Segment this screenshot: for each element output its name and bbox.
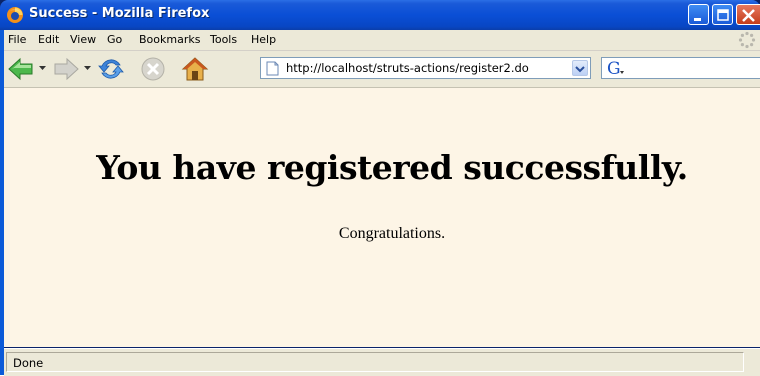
close-button[interactable] bbox=[736, 4, 760, 25]
status-text: Done bbox=[13, 356, 44, 370]
window-title: Success - Mozilla Firefox bbox=[29, 6, 210, 21]
menu-edit[interactable]: Edit bbox=[38, 33, 59, 46]
menu-help[interactable]: Help bbox=[251, 33, 276, 46]
page-heading: You have registered successfully. bbox=[96, 148, 688, 187]
browser-window: Success - Mozilla Firefox File Edit View… bbox=[0, 0, 760, 376]
url-text[interactable]: http://localhost/struts-actions/register… bbox=[286, 61, 529, 75]
forward-icon[interactable] bbox=[51, 54, 81, 84]
back-icon[interactable] bbox=[6, 54, 36, 84]
page-content: You have registered successfully. Congra… bbox=[4, 88, 760, 347]
menu-view[interactable]: View bbox=[70, 33, 96, 46]
status-panel: Done bbox=[6, 352, 744, 372]
title-bar[interactable]: Success - Mozilla Firefox bbox=[0, 0, 760, 30]
forward-history-dropdown-icon[interactable] bbox=[84, 66, 91, 71]
reload-icon[interactable] bbox=[96, 54, 126, 84]
stop-icon[interactable] bbox=[138, 54, 168, 84]
menu-file[interactable]: File bbox=[8, 33, 26, 46]
throbber-icon bbox=[738, 31, 756, 49]
menu-bookmarks[interactable]: Bookmarks bbox=[139, 33, 200, 46]
svg-text:G: G bbox=[607, 59, 621, 77]
google-icon[interactable]: G bbox=[606, 59, 628, 77]
url-dropdown-button[interactable] bbox=[572, 60, 588, 76]
menu-go[interactable]: Go bbox=[107, 33, 122, 46]
minimize-button[interactable] bbox=[688, 4, 709, 25]
chevron-down-icon bbox=[575, 66, 585, 73]
back-history-dropdown-icon[interactable] bbox=[39, 66, 46, 71]
search-bar[interactable]: G bbox=[601, 57, 760, 79]
maximize-icon bbox=[717, 9, 729, 21]
menu-tools[interactable]: Tools bbox=[210, 33, 237, 46]
firefox-icon bbox=[7, 7, 23, 23]
home-icon[interactable] bbox=[180, 54, 210, 84]
status-bar: Done bbox=[4, 348, 760, 376]
address-bar[interactable]: http://localhost/struts-actions/register… bbox=[260, 57, 591, 79]
navigation-toolbar: http://localhost/struts-actions/register… bbox=[4, 51, 760, 88]
page-message: Congratulations. bbox=[338, 225, 446, 242]
minimize-icon bbox=[694, 18, 701, 21]
menu-bar: File Edit View Go Bookmarks Tools Help bbox=[4, 30, 760, 51]
close-icon bbox=[742, 9, 755, 22]
maximize-button[interactable] bbox=[712, 4, 733, 25]
page-icon bbox=[266, 61, 279, 76]
